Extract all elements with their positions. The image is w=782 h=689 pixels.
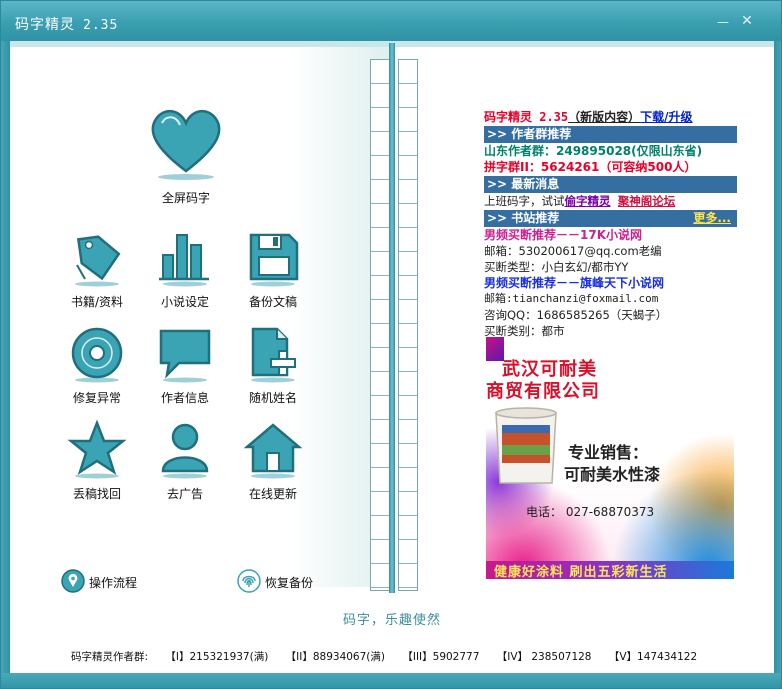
advertisement-banner[interactable]: 武汉可耐美 商贸有限公司 专业销售： 可耐美水性漆 电话： 027-688703… (486, 337, 734, 579)
right-frame (774, 41, 781, 673)
house-icon (243, 423, 303, 479)
restore-backup-label: 恢复备份 (265, 576, 314, 590)
rec2-mail: 邮箱:tianchanzi@foxmail.com (484, 292, 659, 305)
book-sites-header: >> 书站推荐 更多... (484, 210, 737, 227)
version-row: 码字精灵 2.35（新版内容）下载/升级 (484, 109, 737, 125)
rec2-qq: 咨询QQ：1686585265（天蝎子） (484, 308, 668, 322)
notebook-binding-left (370, 59, 390, 591)
bottom-frame (1, 673, 781, 688)
recover-lost-draft-button[interactable]: 丢稿找回 (57, 419, 137, 505)
notebook-binding-right (398, 59, 418, 591)
news-link-forum[interactable]: 聚神阁论坛 (618, 194, 676, 208)
price-tag-icon (75, 235, 121, 287)
info-panel: 码字精灵 2.35（新版内容）下载/升级 >> 作者群推荐 山东作者群：2498… (484, 109, 737, 339)
news-text: 上班码字，试试 (484, 194, 565, 208)
news-row: 上班码字，试试偷字精灵 聚神阁论坛 (484, 193, 737, 209)
download-upgrade-link[interactable]: 下载/升级 (640, 110, 692, 124)
window-title: 码字精灵 2.35 (15, 14, 118, 34)
footer-group: 【III】5902777 (402, 651, 480, 663)
user-icon (161, 423, 209, 479)
random-name-button[interactable]: 随机姓名 (233, 323, 313, 409)
more-link[interactable]: 更多... (693, 210, 731, 227)
ad-sales-line1: 专业销售： (568, 443, 649, 462)
backup-manuscript-label: 备份文稿 (248, 295, 297, 309)
novel-settings-button[interactable]: 小说设定 (145, 227, 225, 313)
footer-prefix: 码字精灵作者群: (71, 651, 149, 663)
ad-phone: 电话： 027-68870373 (526, 505, 655, 519)
rec2-title[interactable]: 男频买断推荐－－旗峰天下小说网 (484, 275, 737, 291)
books-materials-label: 书籍/资料 (70, 295, 124, 309)
rec1-title[interactable]: 男频买断推荐－－17K小说网 (484, 227, 737, 243)
document-plus-icon (251, 327, 296, 383)
app-name: 码字精灵 (15, 17, 75, 33)
workflow-link[interactable]: 操作流程 (61, 569, 151, 593)
ad-sales-line2: 可耐美水性漆 (564, 465, 661, 484)
footer-group: 【IV】 238507128 (496, 651, 592, 663)
online-update-button[interactable]: 在线更新 (233, 419, 313, 505)
speech-bubble-icon (159, 329, 211, 383)
author-info-label: 作者信息 (160, 391, 209, 405)
panel-version: 码字精灵 2.35 (484, 110, 569, 124)
slogan: 码字，乐趣使然 (342, 613, 441, 628)
ad-slogan-band: 健康好涂料 刷出五彩新生活 (486, 561, 734, 579)
notebook-spine (389, 43, 395, 593)
title-bar[interactable]: 码字精灵 2.35 — ✕ (1, 1, 781, 41)
paint-bucket-image (495, 407, 557, 484)
shandong-group[interactable]: 山东作者群：249895028(仅限山东省) (484, 143, 737, 159)
star-icon (67, 419, 127, 479)
author-groups-footer: 码字精灵作者群: 【I】215321937(满) 【II】88934067(满)… (71, 649, 711, 664)
workflow-label: 操作流程 (89, 576, 138, 590)
news-link-steal-writer[interactable]: 偷字精灵 (565, 194, 611, 208)
pinzi-group[interactable]: 拼字群II：5624261（可容纳500人） (484, 159, 737, 175)
news-header: >> 最新消息 (484, 176, 737, 193)
rec1-mail: 邮箱：530200617@qq.com老编 (484, 244, 662, 258)
location-pin-icon (61, 569, 85, 593)
minimize-button[interactable]: — (715, 15, 731, 29)
app-window: 码字精灵 2.35 — ✕ 全屏码字 书籍/资料 小说设定 备份文稿 修复异常 … (0, 0, 782, 689)
footer-group: 【V】147434122 (608, 651, 698, 663)
repair-exception-button[interactable]: 修复异常 (57, 323, 137, 409)
heart-icon (151, 110, 221, 180)
fullscreen-writing-button[interactable]: 全屏码字 (141, 101, 231, 209)
fullscreen-writing-label: 全屏码字 (161, 191, 210, 205)
recover-lost-draft-label: 丢稿找回 (72, 487, 121, 501)
books-materials-button[interactable]: 书籍/资料 (57, 227, 137, 313)
repair-exception-label: 修复异常 (72, 391, 121, 405)
new-version-link[interactable]: （新版内容） (568, 110, 640, 124)
book-sites-title: >> 书站推荐 (487, 211, 560, 225)
backup-manuscript-button[interactable]: 备份文稿 (233, 227, 313, 313)
app-version: 2.35 (83, 18, 119, 33)
author-info-button[interactable]: 作者信息 (145, 323, 225, 409)
novel-settings-label: 小说设定 (160, 295, 209, 309)
remove-ads-button[interactable]: 去广告 (145, 419, 225, 505)
author-groups-header: >> 作者群推荐 (484, 126, 737, 143)
footer-group: 【I】215321937(满) (165, 651, 269, 663)
ad-company-line2: 商贸有限公司 (486, 381, 600, 402)
floppy-disk-icon (249, 233, 299, 287)
fingerprint-icon (237, 569, 261, 593)
footer-group: 【II】88934067(满) (285, 651, 385, 663)
left-frame (1, 41, 10, 673)
restore-backup-link[interactable]: 恢复备份 (237, 569, 327, 593)
bar-chart-icon (159, 234, 209, 287)
rec1-type: 买断类型：小白玄幻/都市YY (484, 260, 629, 274)
disc-icon (71, 327, 123, 383)
remove-ads-label: 去广告 (166, 487, 203, 501)
close-button[interactable]: ✕ (739, 13, 755, 29)
online-update-label: 在线更新 (248, 487, 297, 501)
random-name-label: 随机姓名 (248, 391, 297, 405)
ad-slogan: 健康好涂料 刷出五彩新生活 (494, 565, 668, 579)
